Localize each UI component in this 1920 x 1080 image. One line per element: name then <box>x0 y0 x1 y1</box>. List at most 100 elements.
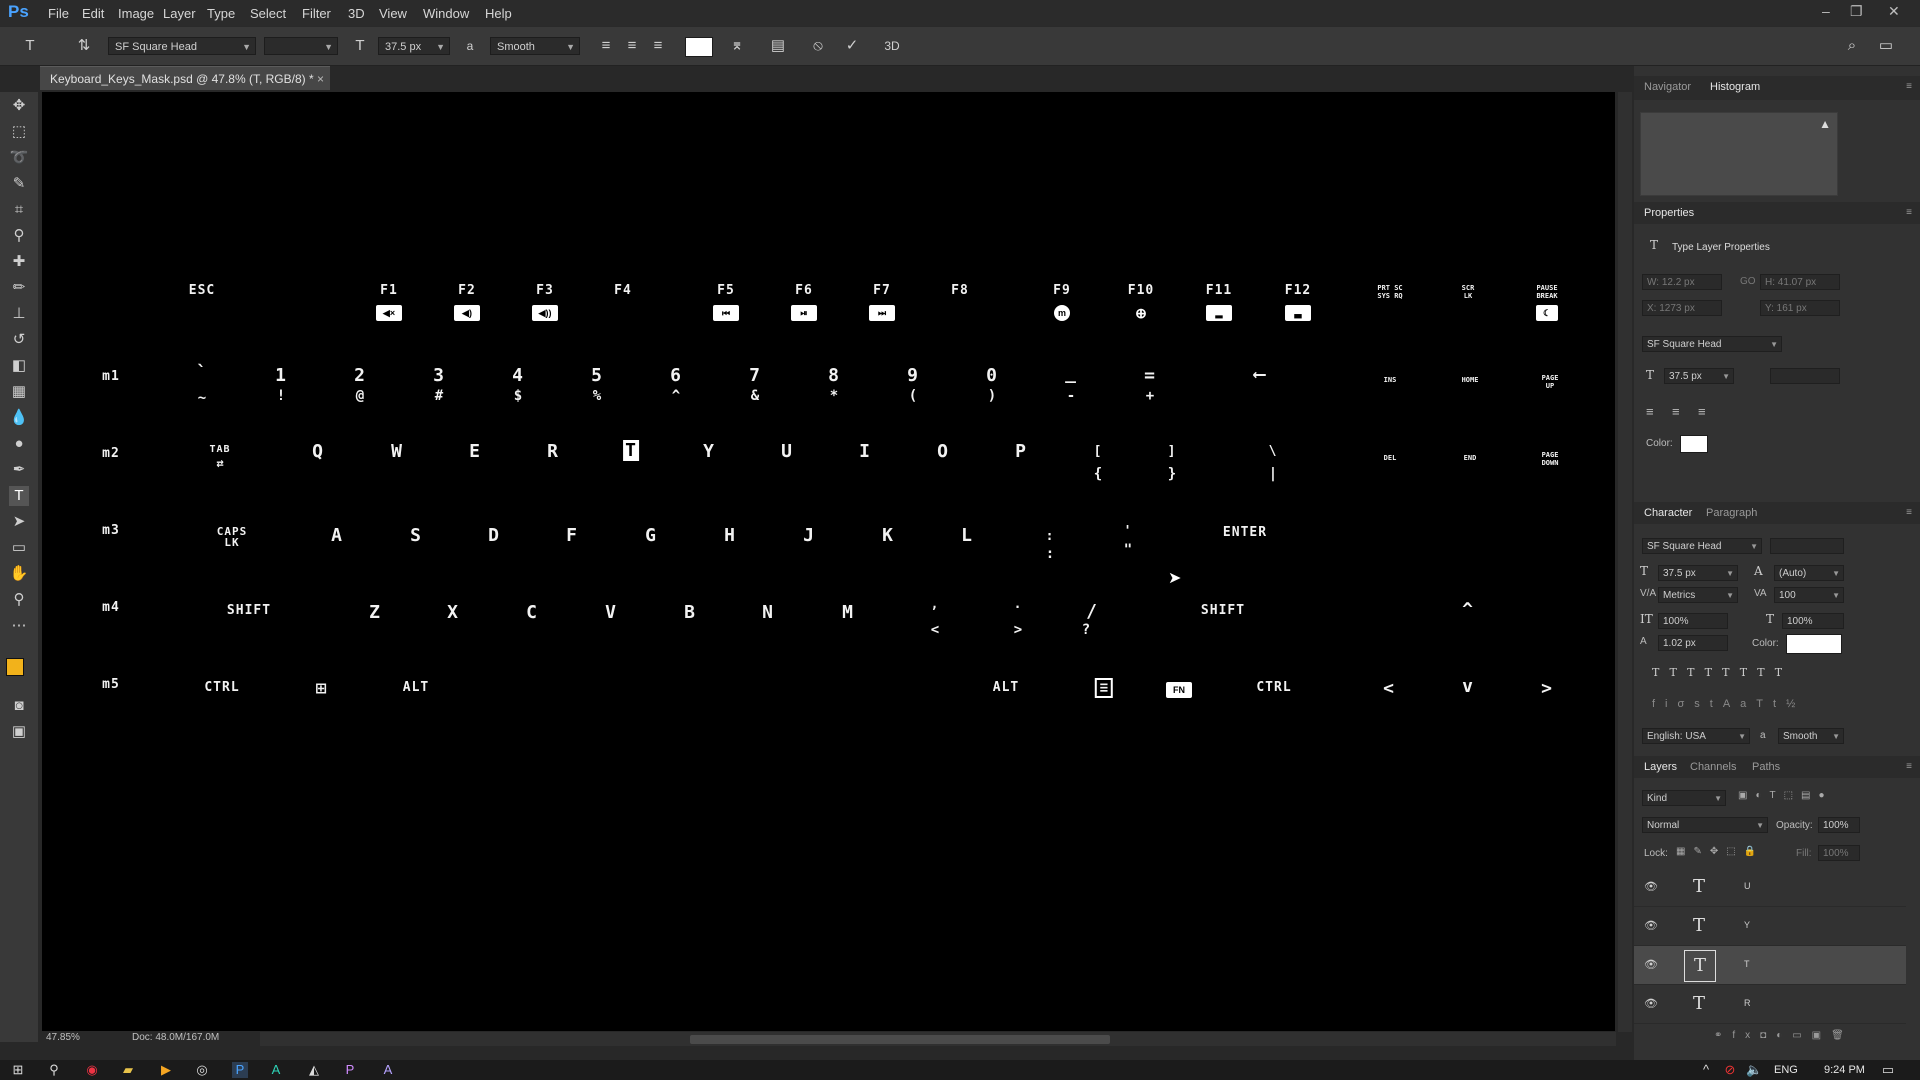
chevron-up-icon[interactable]: ^ <box>1698 1062 1714 1078</box>
move-tool-icon[interactable]: ✥ <box>9 96 29 116</box>
rectangle-tool-icon[interactable]: ▭ <box>9 538 29 558</box>
close-icon[interactable]: ✕ <box>1888 3 1900 20</box>
quick-select-tool-icon[interactable]: ✎ <box>9 174 29 194</box>
tab-character[interactable]: Character <box>1644 507 1692 519</box>
layer-row[interactable]: 👁 T R <box>1634 985 1906 1024</box>
menu-3d[interactable]: 3D <box>348 6 365 21</box>
language-indicator[interactable]: ENG <box>1774 1064 1798 1076</box>
clone-stamp-tool-icon[interactable]: ⊥ <box>9 304 29 324</box>
menu-type[interactable]: Type <box>207 6 235 21</box>
vertical-scrollbar[interactable] <box>1618 92 1632 1032</box>
font-family-select[interactable]: SF Square Head ▼ <box>108 37 256 55</box>
fill-field[interactable]: 100% <box>1818 845 1860 861</box>
blur-tool-icon[interactable]: 💧 <box>9 408 29 428</box>
warning-icon[interactable]: ▲ <box>1819 117 1831 131</box>
tab-layers[interactable]: Layers <box>1644 761 1677 773</box>
menu-view[interactable]: View <box>379 6 407 21</box>
media-player-icon[interactable]: ▶ <box>158 1062 174 1078</box>
menu-window[interactable]: Window <box>423 6 469 21</box>
app-icon[interactable]: ◎ <box>194 1062 210 1078</box>
3d-button[interactable]: 3D <box>882 36 902 56</box>
char-kerning-select[interactable]: Metrics ▼ <box>1658 587 1738 603</box>
text-color-swatch[interactable] <box>685 37 713 57</box>
char-color-swatch[interactable] <box>1786 634 1842 654</box>
history-brush-tool-icon[interactable]: ↺ <box>9 330 29 350</box>
align-center-icon[interactable]: ≡ <box>622 36 642 56</box>
eraser-tool-icon[interactable]: ◧ <box>9 356 29 376</box>
healing-brush-tool-icon[interactable]: ✚ <box>9 252 29 272</box>
link-icon[interactable]: GO <box>1740 276 1756 287</box>
props-font-select[interactable]: SF Square Head ▼ <box>1642 336 1782 352</box>
panel-menu-icon[interactable]: ≡ <box>1906 761 1912 772</box>
horizontal-scroll-thumb[interactable] <box>690 1035 1110 1044</box>
width-field[interactable]: W: 12.2 px <box>1642 274 1722 290</box>
layer-row[interactable]: 👁 T Y <box>1634 907 1906 946</box>
gradient-tool-icon[interactable]: ▦ <box>9 382 29 402</box>
type-tool-icon[interactable]: T <box>9 486 29 506</box>
font-style-select[interactable]: ▼ <box>264 37 338 55</box>
search-icon[interactable]: ⌕ <box>1842 36 1862 56</box>
antialias-select[interactable]: Smooth ▼ <box>490 37 580 55</box>
type-tool-icon[interactable]: T <box>20 36 40 56</box>
char-vscale-field[interactable]: 100% <box>1658 613 1728 629</box>
layer-bottom-icons[interactable]: ⚭fx◘◐▭▣🗑 <box>1714 1030 1914 1041</box>
align-right-icon[interactable]: ≡ <box>1698 404 1706 419</box>
props-size-select[interactable]: 37.5 px ▼ <box>1664 368 1734 384</box>
eye-icon[interactable]: 👁 <box>1644 880 1658 893</box>
eye-icon[interactable]: 👁 <box>1644 958 1658 971</box>
layer-filter-icons[interactable]: ▣◐T⬚▤● <box>1738 790 1858 801</box>
char-style-select[interactable] <box>1770 538 1844 554</box>
marquee-tool-icon[interactable]: ⬚ <box>9 122 29 142</box>
menu-image[interactable]: Image <box>118 6 154 21</box>
align-right-icon[interactable]: ≡ <box>648 36 668 56</box>
character-panel-icon[interactable]: ▤ <box>768 36 788 56</box>
menu-help[interactable]: Help <box>485 6 512 21</box>
notifications-icon[interactable]: ▭ <box>1880 1062 1896 1078</box>
windows-start-icon[interactable]: ⊞ <box>10 1062 26 1078</box>
minimize-icon[interactable]: – <box>1822 3 1830 19</box>
char-antialias-select[interactable]: Smooth ▼ <box>1778 728 1844 744</box>
pen-tool-icon[interactable]: ✒ <box>9 460 29 480</box>
clock[interactable]: 9:24 PM <box>1824 1064 1865 1076</box>
audition-icon[interactable]: A <box>268 1062 284 1078</box>
opacity-field[interactable]: 100% <box>1818 817 1860 833</box>
font-size-select[interactable]: 37.5 px ▼ <box>378 37 450 55</box>
eyedropper-tool-icon[interactable]: ⚲ <box>9 226 29 246</box>
x-field[interactable]: X: 1273 px <box>1642 300 1722 316</box>
security-icon[interactable]: ⊘ <box>1722 1062 1738 1078</box>
premiere-icon[interactable]: P <box>342 1062 358 1078</box>
align-left-icon[interactable]: ≡ <box>596 36 616 56</box>
panel-menu-icon[interactable]: ≡ <box>1906 507 1912 518</box>
layer-row[interactable]: 👁 T U <box>1634 868 1906 907</box>
layer-filter-kind[interactable]: Kind ▼ <box>1642 790 1726 806</box>
dodge-tool-icon[interactable]: ● <box>9 434 29 454</box>
quick-mask-icon[interactable]: ◙ <box>9 696 29 716</box>
hand-tool-icon[interactable]: ✋ <box>9 564 29 584</box>
crop-tool-icon[interactable]: ⌗ <box>9 200 29 220</box>
app-icon[interactable]: ◭ <box>306 1062 322 1078</box>
more-tools-icon[interactable]: ⋯ <box>9 616 29 636</box>
toggle-orientation-icon[interactable]: ⇅ <box>74 36 94 56</box>
warp-text-icon[interactable]: ⌆ <box>727 36 747 56</box>
zoom-level[interactable]: 47.85% <box>46 1032 80 1043</box>
tab-histogram[interactable]: Histogram <box>1710 81 1760 93</box>
commit-check-icon[interactable]: ✓ <box>842 36 862 56</box>
eye-icon[interactable]: 👁 <box>1644 997 1658 1010</box>
align-center-icon[interactable]: ≡ <box>1672 404 1680 419</box>
blend-mode-select[interactable]: Normal ▼ <box>1642 817 1768 833</box>
menu-select[interactable]: Select <box>250 6 286 21</box>
panel-menu-icon[interactable]: ≡ <box>1906 207 1912 218</box>
y-field[interactable]: Y: 161 px <box>1760 300 1840 316</box>
menu-layer[interactable]: Layer <box>163 6 196 21</box>
foreground-color-swatch[interactable] <box>6 658 24 676</box>
tab-navigator[interactable]: Navigator <box>1644 81 1691 93</box>
lasso-tool-icon[interactable]: ➰ <box>9 148 29 168</box>
zoom-tool-icon[interactable]: ⚲ <box>9 590 29 610</box>
tab-channels[interactable]: Channels <box>1690 761 1736 773</box>
menu-edit[interactable]: Edit <box>82 6 104 21</box>
chrome-icon[interactable]: ◉ <box>84 1062 100 1078</box>
lock-icons[interactable]: ▦✎✥⬚🔒 <box>1676 846 1772 857</box>
document-tab[interactable]: Keyboard_Keys_Mask.psd @ 47.8% (T, RGB/8… <box>40 66 330 90</box>
char-baseline-field[interactable]: 1.02 px <box>1658 635 1728 651</box>
tab-paths[interactable]: Paths <box>1752 761 1780 773</box>
